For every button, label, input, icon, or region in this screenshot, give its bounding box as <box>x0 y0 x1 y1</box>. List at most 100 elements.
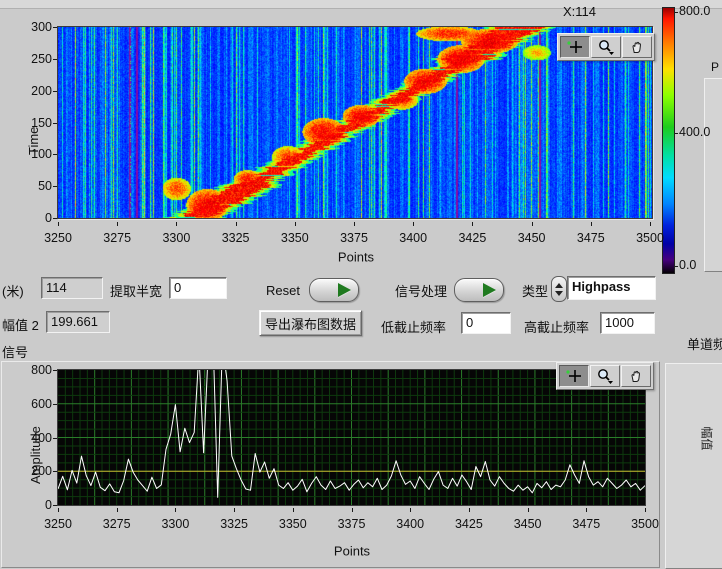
zoom-tool-button[interactable] <box>591 36 621 58</box>
x-tick-mark <box>354 222 355 226</box>
y-tick-label: 50 <box>38 179 52 193</box>
y-tick-mark <box>53 218 57 219</box>
x-tick-mark <box>293 508 294 512</box>
x-tick-label: 3450 <box>518 231 546 245</box>
x-tick-label: 3475 <box>572 517 600 531</box>
x-tick-mark <box>58 222 59 226</box>
signal-xlabel: Points <box>334 544 370 559</box>
x-tick-label: 3375 <box>340 231 368 245</box>
y-tick-mark <box>53 186 57 187</box>
single-channel-label: 单道频 <box>687 334 722 353</box>
magnifier-icon <box>596 368 614 384</box>
x-tick-mark <box>532 222 533 226</box>
y-tick-label: 800 <box>31 363 52 377</box>
reset-toggle-button[interactable] <box>309 278 359 302</box>
crosshair-icon <box>566 40 584 54</box>
x-tick-mark <box>413 222 414 226</box>
extract-halfwidth-input[interactable]: 0 <box>169 277 227 299</box>
high-cutoff-input[interactable]: 1000 <box>600 312 655 334</box>
x-tick-mark <box>528 508 529 512</box>
y-tick-label: 150 <box>31 116 52 130</box>
right-top-panel <box>704 78 722 272</box>
extract-halfwidth-label: 提取半宽 <box>110 281 162 300</box>
x-tick-label: 3500 <box>636 231 664 245</box>
x-tick-mark <box>591 222 592 226</box>
x-tick-label: 3400 <box>399 231 427 245</box>
colorbar-tick-label: 400.0 <box>679 125 710 139</box>
signal-processing-toggle-button[interactable] <box>454 278 504 302</box>
right-edge-partial-label: P <box>711 60 719 74</box>
y-tick-label: 200 <box>31 84 52 98</box>
y-tick-label: 250 <box>31 52 52 66</box>
x-tick-mark <box>176 222 177 226</box>
x-tick-mark <box>236 222 237 226</box>
x-tick-label: 3325 <box>222 231 250 245</box>
amplitude2-indicator[interactable]: 199.661 <box>46 311 110 333</box>
colorbar-tick-mark <box>675 133 678 134</box>
x-tick-mark <box>175 508 176 512</box>
hand-icon <box>629 39 645 55</box>
x-tick-mark <box>645 508 646 512</box>
reset-label: Reset <box>266 283 300 298</box>
magnifier-icon <box>597 39 615 55</box>
x-tick-mark <box>410 508 411 512</box>
signal-processing-toggle-arrow-icon <box>483 283 496 297</box>
x-tick-label: 3425 <box>455 517 483 531</box>
y-tick-mark <box>53 27 57 28</box>
right-bottom-panel <box>665 363 722 569</box>
spinner-up-icon <box>555 283 563 288</box>
x-tick-label: 3400 <box>396 517 424 531</box>
pan-tool-button[interactable] <box>621 365 651 387</box>
x-tick-mark <box>472 222 473 226</box>
low-cutoff-input[interactable]: 0 <box>461 312 511 334</box>
y-tick-label: 300 <box>31 20 52 34</box>
top-edge <box>0 0 722 9</box>
y-tick-mark <box>53 505 57 506</box>
zoom-tool-button[interactable] <box>590 365 620 387</box>
x-tick-label: 3300 <box>162 231 190 245</box>
y-tick-label: 0 <box>45 498 52 512</box>
right-panel-rotated-label: 幅值 <box>699 426 716 450</box>
y-tick-mark <box>53 471 57 472</box>
graph-palette-top <box>557 33 655 61</box>
distance-indicator[interactable]: 114 <box>41 277 103 299</box>
x-tick-label: 3275 <box>103 231 131 245</box>
filter-type-label: 类型 <box>522 281 548 300</box>
x-tick-mark <box>117 508 118 512</box>
main-window: X:114 Time Points P (米) 1 <box>0 0 722 567</box>
x-tick-mark <box>295 222 296 226</box>
y-tick-label: 400 <box>31 431 52 445</box>
x-tick-mark <box>586 508 587 512</box>
y-tick-mark <box>53 404 57 405</box>
x-tick-mark <box>117 222 118 226</box>
x-tick-mark <box>650 222 651 226</box>
amplitude2-label: 幅值 2 <box>2 315 39 334</box>
crosshair-tool-button[interactable] <box>560 36 590 58</box>
y-tick-mark <box>53 438 57 439</box>
colorbar-tick-label: 0.0 <box>679 258 696 272</box>
high-cutoff-label: 高截止频率 <box>524 317 589 336</box>
export-waterfall-button[interactable]: 导出瀑布图数据 <box>259 310 362 336</box>
y-tick-mark <box>53 59 57 60</box>
distance-label: (米) <box>2 281 24 300</box>
x-tick-label: 3350 <box>279 517 307 531</box>
x-tick-mark <box>469 508 470 512</box>
crosshair-tool-button[interactable] <box>559 365 589 387</box>
y-tick-mark <box>53 123 57 124</box>
x-tick-label: 3250 <box>44 231 72 245</box>
colorbar-tick-mark <box>675 266 678 267</box>
y-tick-mark <box>53 91 57 92</box>
filter-type-spinner[interactable] <box>551 276 567 302</box>
x-tick-label: 3475 <box>577 231 605 245</box>
x-tick-label: 3450 <box>514 517 542 531</box>
waterfall-xlabel: Points <box>338 250 374 265</box>
pan-tool-button[interactable] <box>622 36 652 58</box>
filter-type-value[interactable]: Highpass <box>567 276 656 300</box>
x-tick-label: 3325 <box>220 517 248 531</box>
colorbar-tick-label: 800.0 <box>679 4 710 18</box>
y-tick-label: 200 <box>31 464 52 478</box>
x-tick-mark <box>234 508 235 512</box>
hand-icon <box>628 368 644 384</box>
y-tick-mark <box>53 370 57 371</box>
cursor-readout: X:114 <box>563 4 596 19</box>
